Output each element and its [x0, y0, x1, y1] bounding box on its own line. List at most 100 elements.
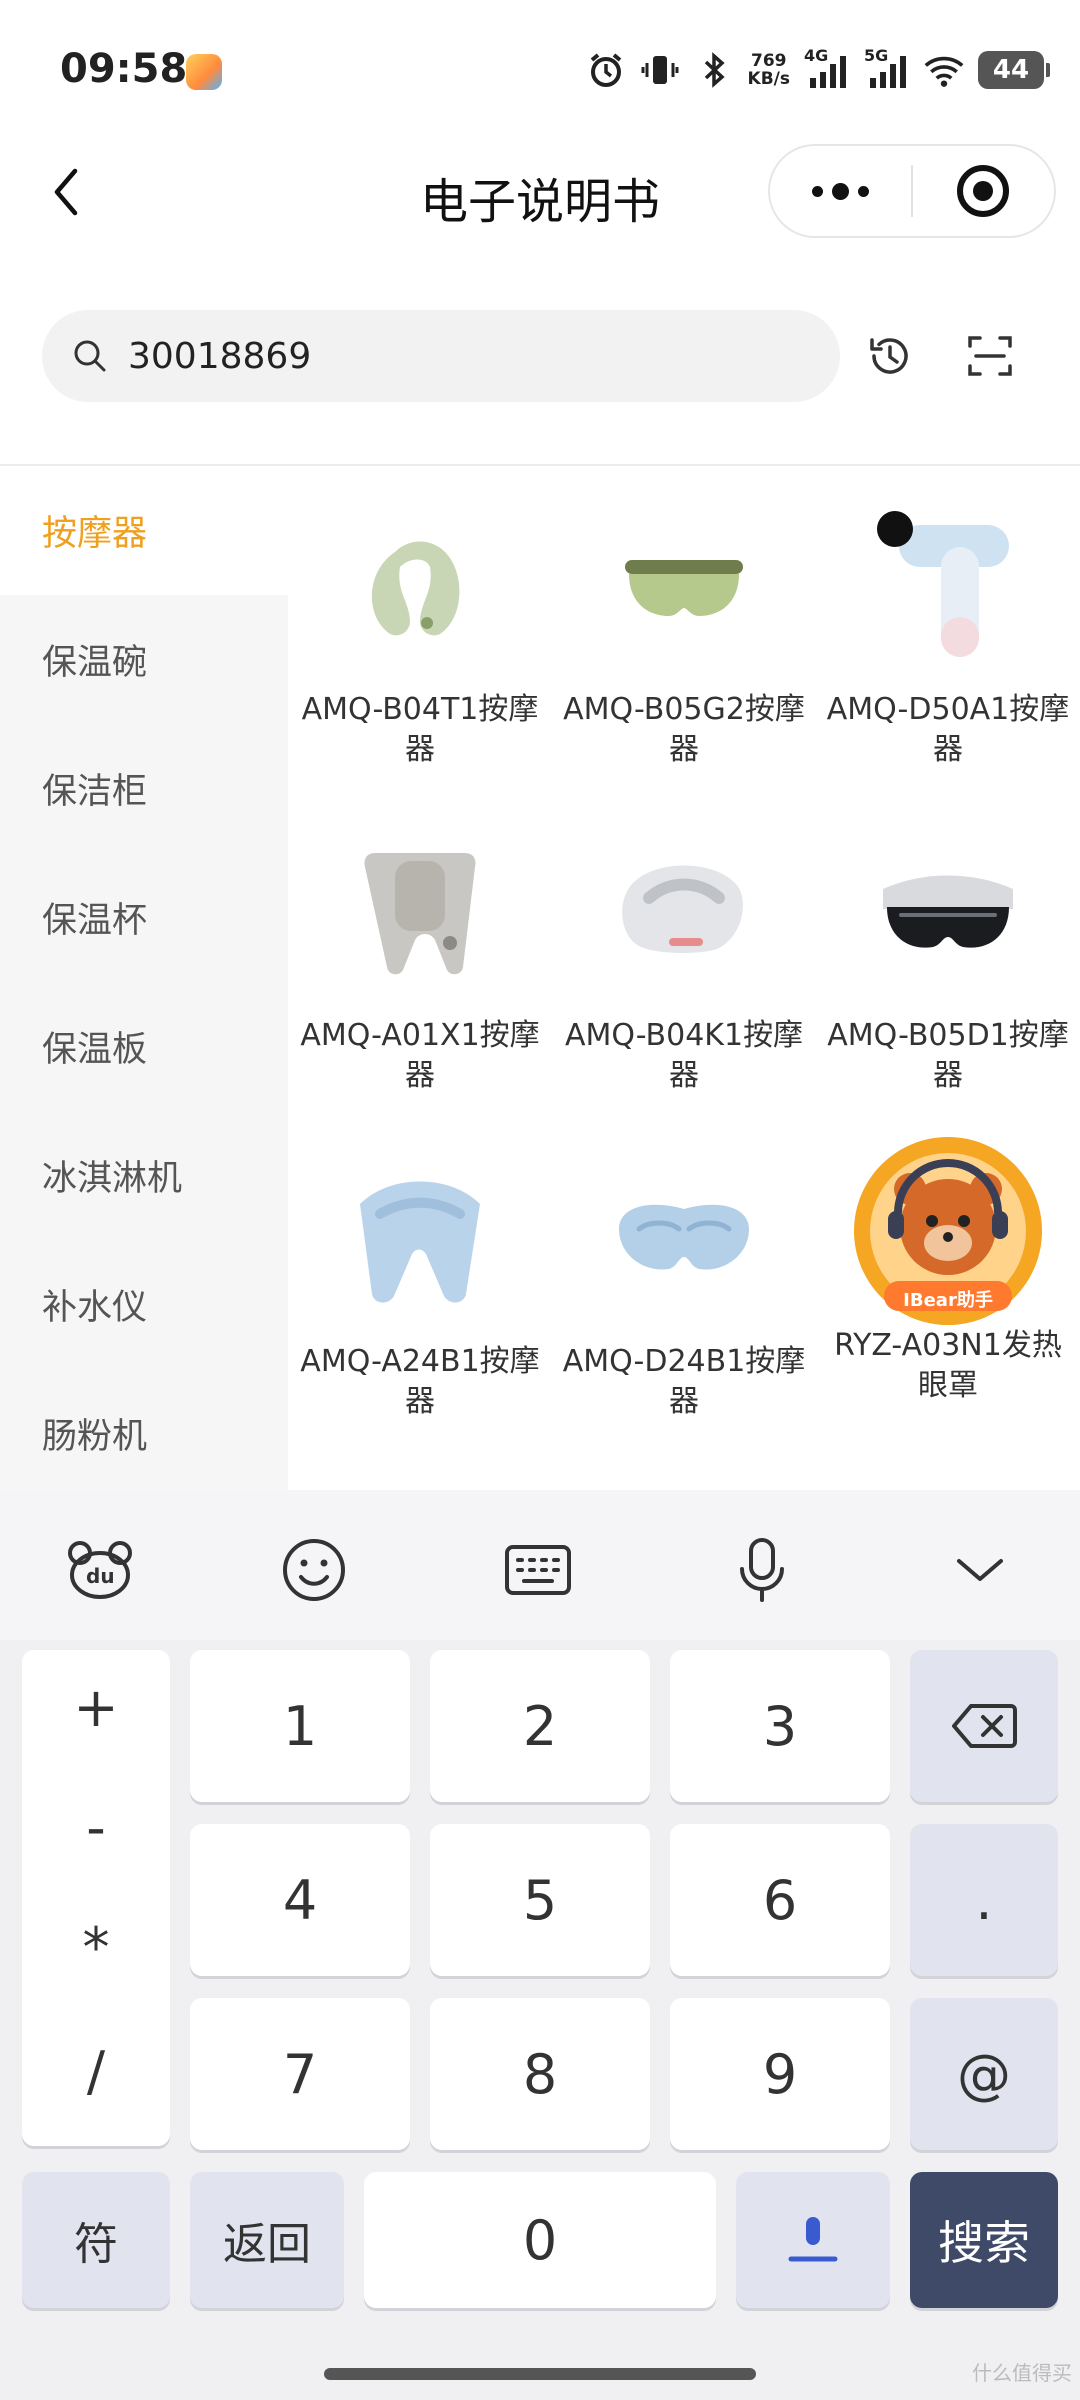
signal-5g: 5G: [864, 46, 910, 90]
symbol-column: + - * /: [22, 1650, 170, 2146]
scan-icon: [968, 336, 1012, 376]
search-box[interactable]: [42, 310, 840, 402]
collapse-keyboard-icon[interactable]: [944, 1534, 1016, 1606]
svg-text:du: du: [86, 1564, 115, 1588]
speed-unit: KB/s: [747, 69, 790, 89]
signal-4g-label: 4G: [804, 46, 829, 65]
key-2[interactable]: 2: [430, 1650, 650, 1802]
eye-massager-black-image: [848, 818, 1048, 1008]
scan-button[interactable]: [962, 328, 1018, 384]
search-key[interactable]: 搜索: [910, 2172, 1058, 2308]
category-sidebar: 按摩器 保温碗 保洁柜 保温杯 保温板 冰淇淋机 补水仪 肠粉机: [0, 466, 288, 1490]
speed-value: 769: [751, 51, 787, 71]
key-1[interactable]: 1: [190, 1650, 410, 1802]
massage-gun-image: [848, 492, 1048, 682]
search-row: [0, 310, 1080, 402]
key-dot[interactable]: .: [910, 1824, 1058, 1976]
product-item[interactable]: AMQ-B04K1按摩器: [552, 792, 816, 1096]
more-dot-icon: [812, 185, 823, 197]
numeric-keyboard: + - * / 1 2 3 4 5 6 . 7 8 9 @ 符 返回 0 搜索: [0, 1640, 1080, 2400]
voice-mic-icon: [788, 2217, 838, 2262]
symbol-key[interactable]: 符: [22, 2172, 170, 2308]
key-plus[interactable]: +: [22, 1676, 170, 1739]
key-0[interactable]: 0: [364, 2172, 716, 2308]
key-3[interactable]: 3: [670, 1650, 890, 1802]
product-name: AMQ-B05D1按摩器: [827, 1018, 1069, 1093]
key-9[interactable]: 9: [670, 1998, 890, 2150]
backspace-key[interactable]: [910, 1650, 1058, 1802]
watermark: 什么值得买: [972, 2361, 1072, 2385]
shoulder-massager-image: [320, 818, 520, 1008]
category-item-massager[interactable]: 按摩器: [0, 466, 288, 595]
product-item[interactable]: AMQ-A01X1按摩器: [288, 792, 552, 1096]
eye-massager-image: [584, 492, 784, 682]
product-grid: AMQ-B04T1按摩器 AMQ-B05G2按摩器 AMQ-D50A1按摩器 A…: [288, 466, 1080, 1490]
target-icon: [957, 165, 1010, 217]
search-icon: [70, 336, 110, 376]
home-indicator[interactable]: [324, 2368, 756, 2380]
eye-mask-blue-image: [584, 1144, 784, 1334]
key-minus[interactable]: -: [22, 1796, 170, 1859]
back-key[interactable]: 返回: [190, 2172, 344, 2308]
key-8[interactable]: 8: [430, 1998, 650, 2150]
emoji-icon[interactable]: [278, 1534, 350, 1606]
key-at[interactable]: @: [910, 1998, 1058, 2150]
keyboard-switch-icon[interactable]: [502, 1534, 574, 1606]
vibrate-icon: [640, 50, 680, 90]
more-button[interactable]: [770, 146, 911, 236]
nav-bar: 电子说明书: [0, 140, 1080, 250]
status-time: 09:58: [60, 46, 188, 92]
product-name: AMQ-A24B1按摩器: [300, 1344, 540, 1419]
close-miniprogram-button[interactable]: [913, 146, 1054, 236]
neck-massager-image: [320, 492, 520, 682]
keyboard-toolbar: du: [0, 1490, 1080, 1640]
voice-input-key[interactable]: [736, 2172, 890, 2308]
miniprogram-capsule: [768, 144, 1056, 238]
product-item[interactable]: AMQ-D50A1按摩器: [816, 466, 1080, 770]
battery-icon: 44: [978, 51, 1050, 89]
key-asterisk[interactable]: *: [22, 1916, 170, 1979]
category-item-warming-plate[interactable]: 保温板: [0, 982, 288, 1111]
signal-5g-label: 5G: [864, 46, 889, 65]
product-item[interactable]: AMQ-B04T1按摩器: [288, 466, 552, 770]
key-6[interactable]: 6: [670, 1824, 890, 1976]
network-speed: 769 KB/s: [748, 52, 790, 88]
category-item-rice-roll-machine[interactable]: 肠粉机: [0, 1369, 288, 1498]
product-name: RYZ-A03N1发热眼罩: [834, 1328, 1062, 1403]
product-name: AMQ-B04K1按摩器: [564, 1018, 804, 1093]
backspace-icon: [952, 1704, 1017, 1748]
product-item[interactable]: AMQ-D24B1按摩器: [552, 1118, 816, 1422]
product-name: AMQ-B05G2按摩器: [563, 692, 805, 767]
wifi-icon: [924, 50, 964, 90]
product-item[interactable]: AMQ-A24B1按摩器: [288, 1118, 552, 1422]
category-item-ice-cream-machine[interactable]: 冰淇淋机: [0, 1111, 288, 1240]
category-item-hydrator[interactable]: 补水仪: [0, 1240, 288, 1369]
signal-4g: 4G: [804, 46, 850, 90]
category-item-cleaning-cabinet[interactable]: 保洁柜: [0, 724, 288, 853]
status-icons: 769 KB/s 4G 5G 44: [586, 46, 1050, 92]
app-notification-icon: [186, 54, 222, 90]
product-item[interactable]: AMQ-B05G2按摩器: [552, 466, 816, 770]
history-icon: [870, 338, 908, 374]
bluetooth-icon: [694, 50, 734, 90]
shoulder-massager-blue-image: [320, 1144, 520, 1334]
history-button[interactable]: [862, 328, 918, 384]
product-item[interactable]: AMQ-B05D1按摩器: [816, 792, 1080, 1096]
key-5[interactable]: 5: [430, 1824, 650, 1976]
mascot-badge-label: IBear助手: [903, 1290, 993, 1311]
baidu-input-logo-icon[interactable]: du: [64, 1534, 136, 1606]
microphone-icon[interactable]: [726, 1534, 798, 1606]
category-item-insulated-cup[interactable]: 保温杯: [0, 853, 288, 982]
more-dot-icon: [858, 185, 869, 197]
more-dot-icon: [832, 182, 849, 200]
key-4[interactable]: 4: [190, 1824, 410, 1976]
search-input[interactable]: [128, 335, 808, 377]
product-item[interactable]: IBear助手 RYZ-A03N1发热眼罩: [816, 1118, 1080, 1406]
product-name: AMQ-D50A1按摩器: [826, 692, 1070, 767]
key-slash[interactable]: /: [22, 2040, 170, 2103]
key-7[interactable]: 7: [190, 1998, 410, 2150]
category-item-insulated-bowl[interactable]: 保温碗: [0, 595, 288, 724]
alarm-icon: [586, 50, 626, 90]
product-name: AMQ-A01X1按摩器: [300, 1018, 540, 1093]
neck-massager-white-image: [584, 818, 784, 1008]
